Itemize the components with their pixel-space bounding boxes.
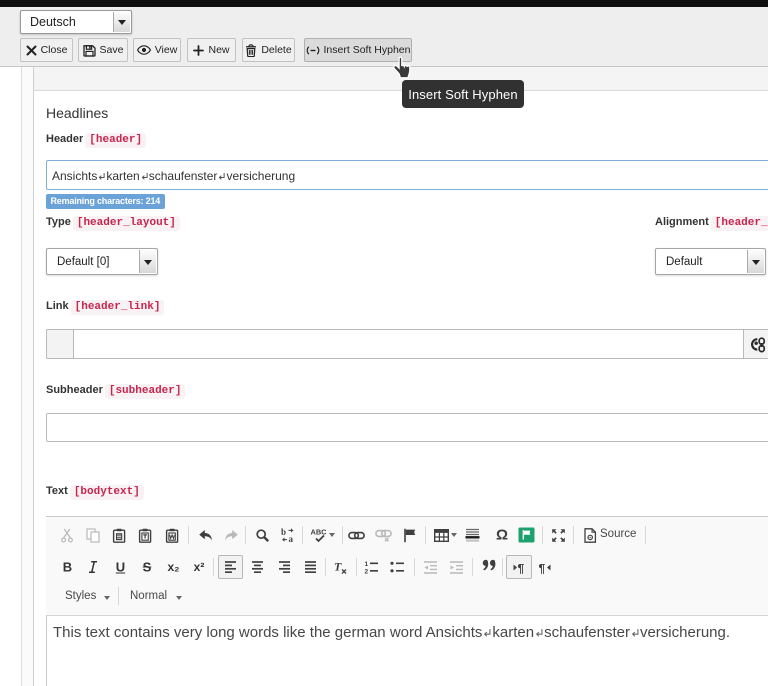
svg-text:ABC: ABC (310, 528, 327, 537)
svg-text:¶: ¶ (517, 561, 524, 574)
svg-text:b: b (281, 527, 286, 537)
svg-text:a: a (289, 534, 294, 543)
svg-text:T: T (334, 560, 342, 574)
svg-text:¶: ¶ (538, 561, 545, 574)
svg-text:2: 2 (365, 568, 369, 574)
svg-text:1: 1 (365, 561, 369, 568)
